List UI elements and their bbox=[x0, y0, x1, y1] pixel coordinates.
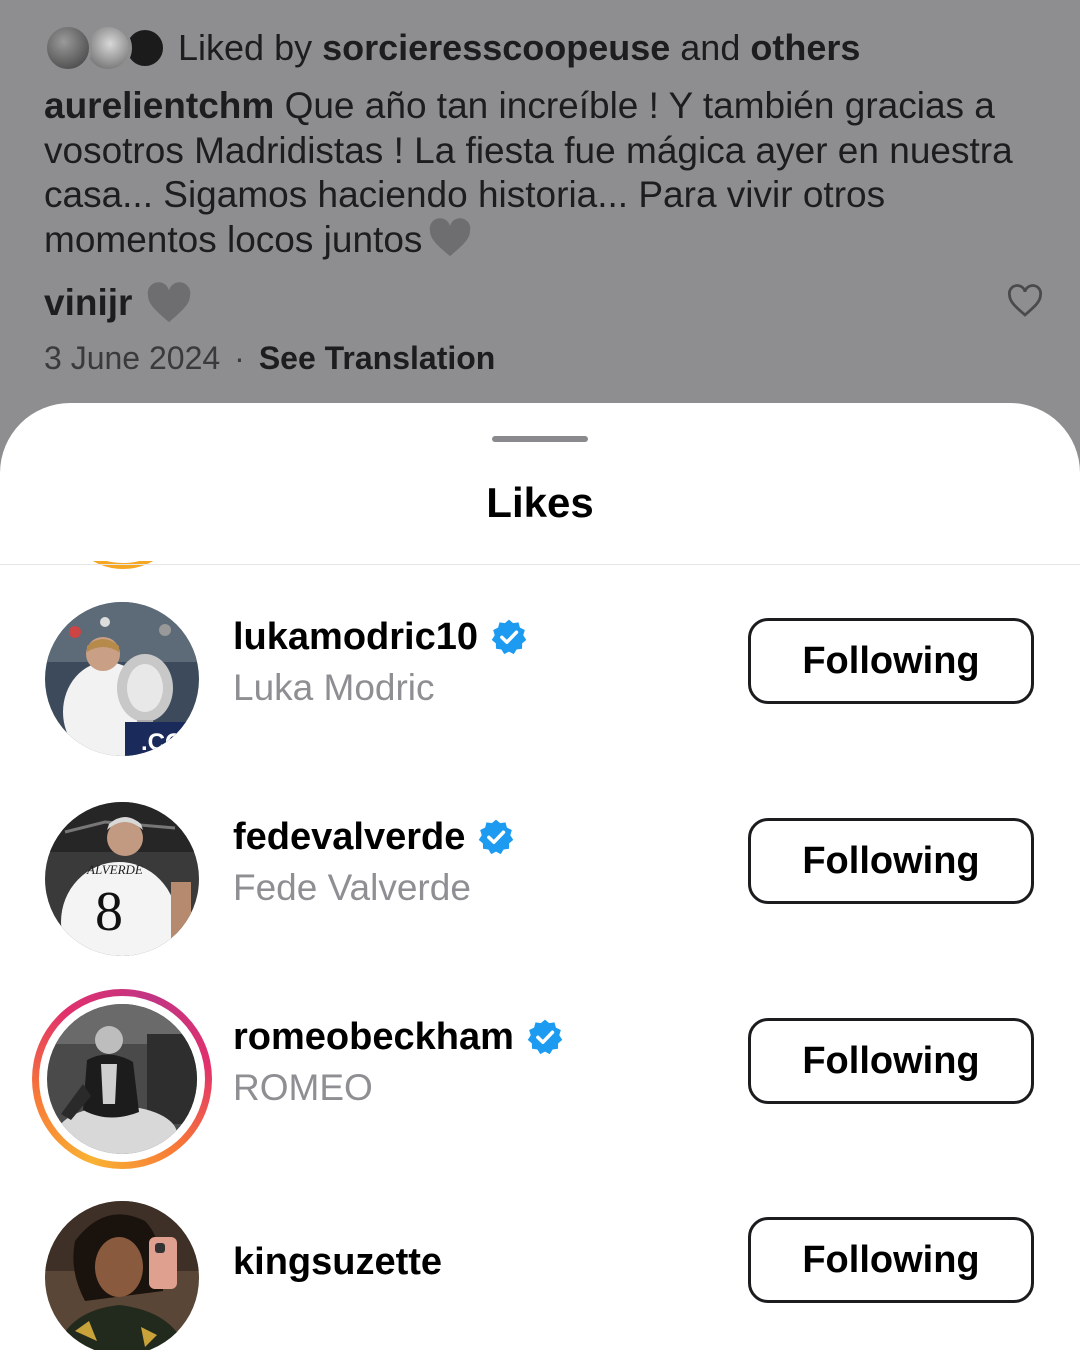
username[interactable]: kingsuzette bbox=[233, 1238, 442, 1286]
liked-by-and: and bbox=[670, 27, 751, 68]
full-name: Luka Modric bbox=[233, 667, 435, 708]
list-item[interactable]: romeobeckham ROMEO Following bbox=[0, 985, 1080, 1169]
post-meta: 3 June 2024 · See Translation bbox=[44, 340, 495, 377]
avatar[interactable] bbox=[45, 1201, 199, 1350]
liker-avatars bbox=[44, 22, 168, 74]
list-item[interactable]: kingsuzette Following bbox=[0, 1184, 1080, 1350]
heart-outline-icon[interactable] bbox=[1006, 284, 1044, 318]
list-item[interactable]: .CO lukamodric10 Luka Modric Following bbox=[0, 585, 1080, 756]
verified-badge-icon bbox=[479, 819, 514, 855]
full-name: ROMEO bbox=[233, 1067, 373, 1108]
liked-by-prefix: Liked by bbox=[178, 27, 323, 68]
user-names: romeobeckham ROMEO bbox=[233, 1013, 564, 1109]
verified-badge-icon bbox=[491, 619, 527, 655]
username-text: lukamodric10 bbox=[233, 615, 478, 658]
username-text: romeobeckham bbox=[233, 1015, 514, 1058]
username-text: fedevalverde bbox=[233, 815, 466, 858]
full-name: Fede Valverde bbox=[233, 867, 471, 908]
sheet-drag-handle[interactable] bbox=[492, 436, 588, 442]
liked-by-username[interactable]: sorcieresscoopeuse bbox=[322, 27, 670, 68]
avatar[interactable]: .CO bbox=[45, 602, 199, 756]
user-names: kingsuzette bbox=[233, 1212, 442, 1286]
post-caption: aurelientchm Que año tan increíble ! Y t… bbox=[44, 84, 1044, 262]
sheet-title: Likes bbox=[486, 479, 594, 526]
comment-row: vinijr bbox=[44, 276, 1044, 330]
user-names: fedevalverde Fede Valverde bbox=[233, 813, 515, 909]
caption-username[interactable]: aurelientchm bbox=[44, 85, 274, 126]
liker-avatar bbox=[44, 24, 92, 72]
avatar[interactable] bbox=[47, 1004, 197, 1154]
liked-by-text[interactable]: Liked by sorcieresscoopeuse and others bbox=[178, 27, 860, 69]
following-button[interactable]: Following bbox=[748, 618, 1034, 704]
liked-by-row[interactable]: Liked by sorcieresscoopeuse and others bbox=[44, 22, 860, 74]
following-button[interactable]: Following bbox=[748, 1217, 1034, 1303]
post-background: Liked by sorcieresscoopeuse and others a… bbox=[0, 0, 1080, 410]
username[interactable]: fedevalverde bbox=[233, 813, 515, 861]
grey-heart-emoji-icon bbox=[148, 282, 191, 323]
meta-separator: · bbox=[234, 340, 245, 376]
post-date: 3 June 2024 bbox=[44, 340, 221, 376]
svg-text:8: 8 bbox=[95, 881, 123, 943]
list-item[interactable]: ALVERDE 8 fedevalverde Fede Valverde Fol… bbox=[0, 785, 1080, 956]
username[interactable]: lukamodric10 bbox=[233, 613, 528, 661]
following-button[interactable]: Following bbox=[748, 818, 1034, 904]
svg-text:ALVERDE: ALVERDE bbox=[86, 862, 143, 877]
username-text: kingsuzette bbox=[233, 1240, 443, 1283]
avatar[interactable]: ALVERDE 8 bbox=[45, 802, 199, 956]
following-button[interactable]: Following bbox=[748, 1018, 1034, 1104]
comment-username[interactable]: vinijr bbox=[44, 282, 132, 324]
grey-heart-emoji-icon bbox=[430, 217, 471, 256]
liked-by-others[interactable]: others bbox=[750, 27, 860, 68]
username[interactable]: romeobeckham bbox=[233, 1013, 564, 1061]
likes-sheet: Likes .CO lukamodric10 Luka Modric Follo… bbox=[0, 403, 1080, 1350]
user-names: lukamodric10 Luka Modric bbox=[233, 613, 528, 709]
sheet-divider bbox=[0, 564, 1080, 565]
verified-badge-icon bbox=[527, 1019, 563, 1055]
see-translation-link[interactable]: See Translation bbox=[259, 340, 496, 377]
svg-text:.CO: .CO bbox=[141, 729, 184, 756]
